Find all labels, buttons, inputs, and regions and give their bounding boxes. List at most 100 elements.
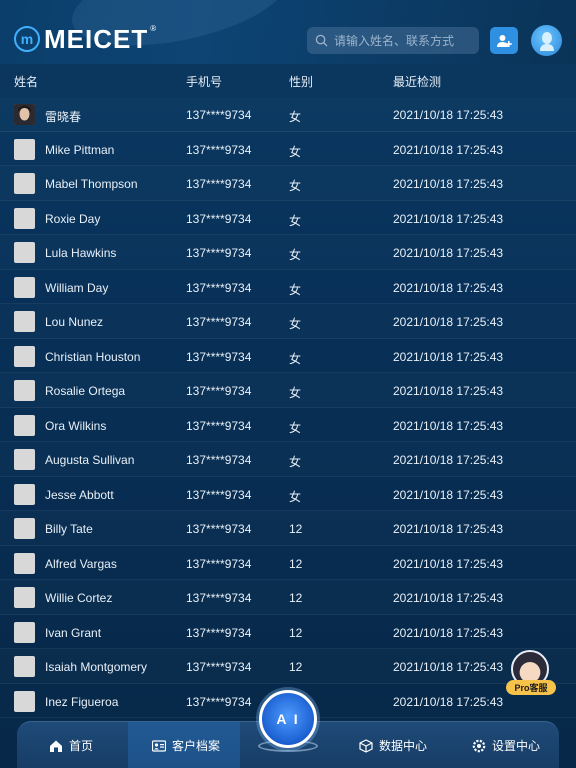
customer-last-check: 2021/10/18 17:25:43 bbox=[393, 384, 504, 398]
table-row[interactable]: Rosalie Ortega 137****9734 女 2021/10/18 … bbox=[0, 373, 576, 408]
customer-phone: 137****9734 bbox=[186, 280, 252, 295]
customer-gender: 女 bbox=[289, 110, 302, 124]
nav-home[interactable]: 首页 bbox=[49, 722, 93, 768]
customer-last-check: 2021/10/18 17:25:43 bbox=[393, 591, 504, 605]
customer-gender: 12 bbox=[289, 591, 303, 605]
customer-last-check: 2021/10/18 17:25:43 bbox=[393, 556, 504, 571]
table-row[interactable]: 雷晓春 137****9734 女 2021/10/18 17:25:43 bbox=[0, 97, 576, 132]
customer-name: Ora Wilkins bbox=[45, 418, 107, 433]
table-row[interactable]: Lula Hawkins 137****9734 女 2021/10/18 17… bbox=[0, 235, 576, 270]
customer-avatar-placeholder bbox=[14, 276, 35, 298]
nav-data-center-label: 数据中心 bbox=[379, 739, 428, 753]
customer-phone: 137****9734 bbox=[186, 246, 252, 260]
customer-list: 雷晓春 137****9734 女 2021/10/18 17:25:43 Mi… bbox=[0, 97, 576, 718]
customer-gender: 女 bbox=[289, 420, 302, 435]
table-row[interactable]: Christian Houston 137****9734 女 2021/10/… bbox=[0, 339, 576, 373]
ai-button[interactable]: A I bbox=[259, 690, 317, 748]
nav-customers[interactable]: 客户档案 bbox=[128, 722, 240, 768]
customer-gender: 12 bbox=[289, 625, 303, 640]
customer-phone: 137****9734 bbox=[186, 384, 252, 398]
nav-settings[interactable]: 设置中心 bbox=[472, 722, 540, 768]
nav-customers-label: 客户档案 bbox=[172, 739, 221, 753]
customer-name: Jesse Abbott bbox=[45, 487, 114, 502]
pro-service-button[interactable]: Pro客服 bbox=[506, 650, 556, 698]
customer-avatar-placeholder bbox=[14, 173, 35, 194]
customer-avatar-placeholder bbox=[14, 242, 35, 263]
customer-last-check: 2021/10/18 17:25:43 bbox=[393, 694, 504, 709]
customer-phone: 137****9734 bbox=[186, 142, 252, 157]
customer-gender: 女 bbox=[289, 455, 302, 469]
customer-name: Augusta Sullivan bbox=[45, 453, 135, 467]
customer-name: Isaiah Montgomery bbox=[45, 660, 148, 674]
customer-gender: 女 bbox=[289, 351, 302, 366]
table-row[interactable]: Willie Cortez 137****9734 12 2021/10/18 … bbox=[0, 580, 576, 615]
customer-last-check: 2021/10/18 17:25:43 bbox=[393, 487, 504, 502]
search-box[interactable] bbox=[307, 27, 479, 54]
customer-avatar-placeholder bbox=[14, 414, 35, 436]
column-header-phone: 手机号 bbox=[186, 75, 223, 89]
pro-service-label: Pro客服 bbox=[506, 680, 556, 695]
home-icon bbox=[50, 740, 62, 752]
customer-last-check: 2021/10/18 17:25:43 bbox=[393, 108, 504, 122]
table-row[interactable]: Ora Wilkins 137****9734 女 2021/10/18 17:… bbox=[0, 408, 576, 442]
customer-phone: 137****9734 bbox=[186, 556, 252, 571]
nav-data-center[interactable]: 数据中心 bbox=[359, 722, 427, 768]
customer-last-check: 2021/10/18 17:25:43 bbox=[393, 349, 504, 364]
ai-button-label: A I bbox=[276, 711, 300, 727]
table-row[interactable]: Augusta Sullivan 137****9734 女 2021/10/1… bbox=[0, 442, 576, 477]
table-row[interactable]: Billy Tate 137****9734 12 2021/10/18 17:… bbox=[0, 511, 576, 546]
table-row[interactable]: Mabel Thompson 137****9734 女 2021/10/18 … bbox=[0, 166, 576, 201]
table-row[interactable]: Roxie Day 137****9734 女 2021/10/18 17:25… bbox=[0, 201, 576, 235]
search-icon bbox=[315, 34, 328, 47]
customer-name: Lula Hawkins bbox=[45, 246, 117, 260]
customer-last-check: 2021/10/18 17:25:43 bbox=[393, 177, 504, 191]
customer-gender: 女 bbox=[289, 213, 302, 228]
table-row[interactable]: Alfred Vargas 137****9734 12 2021/10/18 … bbox=[0, 546, 576, 580]
nav-home-label: 首页 bbox=[69, 739, 94, 753]
customer-name: 雷晓春 bbox=[45, 110, 82, 124]
table-header: 姓名 手机号 性别 最近检测 bbox=[0, 64, 576, 94]
table-row[interactable]: Ivan Grant 137****9734 12 2021/10/18 17:… bbox=[0, 615, 576, 649]
customer-name: Christian Houston bbox=[45, 349, 141, 364]
user-avatar-icon bbox=[539, 31, 554, 51]
customer-phone: 137****9734 bbox=[186, 522, 252, 536]
customer-last-check: 2021/10/18 17:25:43 bbox=[393, 280, 504, 295]
customer-phone: 137****9734 bbox=[186, 177, 252, 191]
customer-last-check: 2021/10/18 17:25:43 bbox=[393, 211, 504, 226]
customer-avatar-placeholder bbox=[14, 345, 35, 367]
customer-name: Billy Tate bbox=[45, 522, 93, 536]
customer-gender: 女 bbox=[289, 179, 302, 193]
table-row[interactable]: Mike Pittman 137****9734 女 2021/10/18 17… bbox=[0, 132, 576, 166]
customer-avatar-placeholder bbox=[14, 483, 35, 505]
profile-avatar-button[interactable] bbox=[531, 25, 562, 56]
search-input[interactable] bbox=[334, 33, 474, 48]
customer-avatar-placeholder bbox=[14, 449, 35, 470]
customer-phone: 137****9734 bbox=[186, 453, 252, 467]
customer-gender: 女 bbox=[289, 248, 302, 262]
customer-phone: 137****9734 bbox=[186, 315, 252, 329]
customer-phone: 137****9734 bbox=[186, 625, 252, 640]
customer-last-check: 2021/10/18 17:25:43 bbox=[393, 625, 504, 640]
id-card-icon bbox=[152, 739, 166, 752]
customer-name: Lou Nunez bbox=[45, 315, 104, 329]
customer-gender: 12 bbox=[289, 556, 303, 571]
brand-registered-mark: ® bbox=[150, 24, 157, 33]
table-row[interactable]: Jesse Abbott 137****9734 女 2021/10/18 17… bbox=[0, 477, 576, 511]
customer-last-check: 2021/10/18 17:25:43 bbox=[393, 315, 504, 329]
customer-phone: 137****9734 bbox=[186, 591, 252, 605]
table-row[interactable]: Isaiah Montgomery 137****9734 12 2021/10… bbox=[0, 649, 576, 684]
logo-mark-icon: m bbox=[14, 26, 40, 52]
add-customer-button[interactable] bbox=[490, 27, 518, 54]
customer-avatar-placeholder bbox=[14, 138, 35, 160]
customer-name: William Day bbox=[45, 280, 109, 295]
customer-gender: 女 bbox=[289, 386, 302, 400]
table-row[interactable]: William Day 137****9734 女 2021/10/18 17:… bbox=[0, 270, 576, 304]
customer-avatar-placeholder bbox=[14, 311, 35, 332]
column-header-last-check: 最近检测 bbox=[393, 75, 442, 89]
top-bar: m MEICET ® bbox=[0, 0, 576, 64]
table-row[interactable]: Lou Nunez 137****9734 女 2021/10/18 17:25… bbox=[0, 304, 576, 339]
brand-name: MEICET bbox=[44, 23, 149, 54]
customer-gender: 女 bbox=[289, 317, 302, 331]
customer-last-check: 2021/10/18 17:25:43 bbox=[393, 453, 504, 467]
customer-name: Mike Pittman bbox=[45, 142, 115, 157]
